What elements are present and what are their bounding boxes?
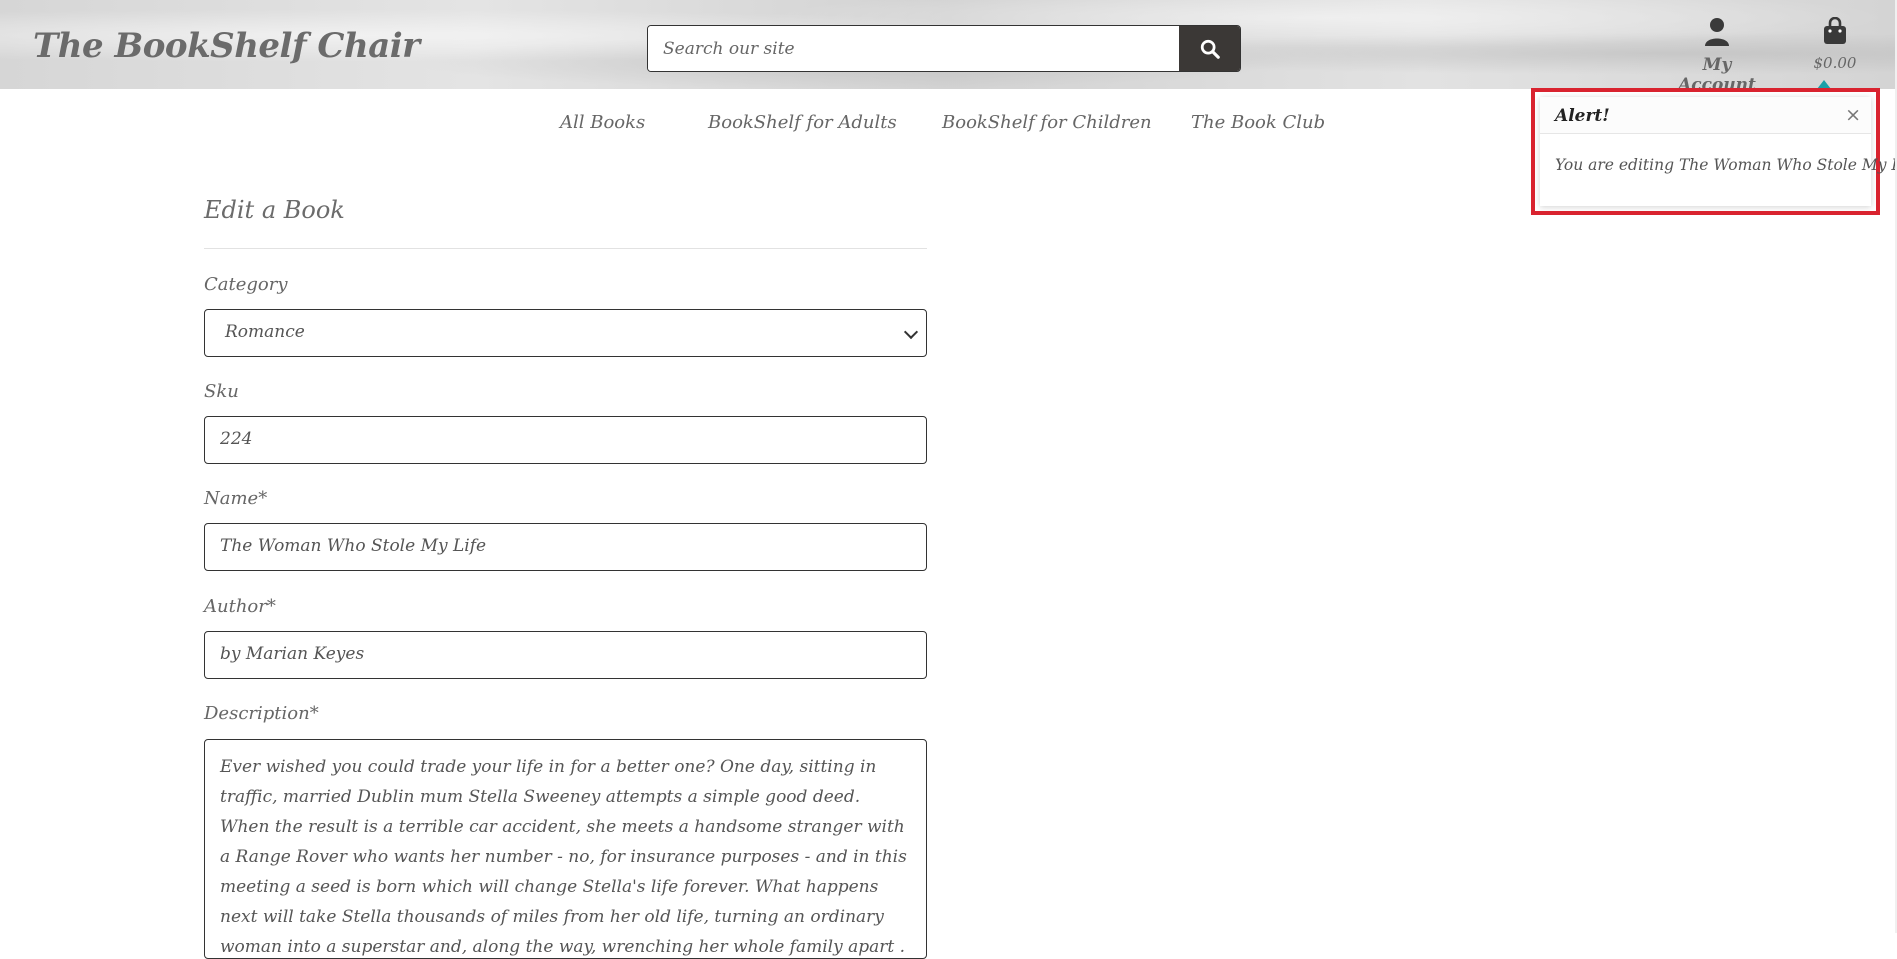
- close-icon[interactable]: ×: [1845, 104, 1861, 126]
- bag-total: $0.00: [1813, 54, 1857, 72]
- toast-message: You are editing The Woman Who Stole My L…: [1555, 156, 1897, 174]
- alert-toast: Alert! × You are editing The Woman Who S…: [1531, 88, 1897, 215]
- sku-label: Sku: [204, 381, 239, 402]
- toast-title: Alert!: [1555, 106, 1610, 126]
- category-label: Category: [204, 274, 288, 295]
- name-input[interactable]: The Woman Who Stole My Life: [204, 523, 927, 571]
- shopping-bag-link[interactable]: $0.00: [1810, 16, 1860, 72]
- toast-arrow: [1817, 80, 1831, 89]
- nav-book-club[interactable]: The Book Club: [1191, 112, 1325, 133]
- nav-bookshelf-children[interactable]: BookShelf for Children: [942, 112, 1152, 133]
- sku-input[interactable]: 224: [204, 416, 927, 464]
- nav-all-books[interactable]: All Books: [560, 112, 645, 133]
- name-label: Name*: [204, 488, 268, 509]
- author-input[interactable]: by Marian Keyes: [204, 631, 927, 679]
- search-input[interactable]: [648, 26, 1179, 71]
- form-title: Edit a Book: [204, 196, 345, 224]
- nav-bookshelf-adults[interactable]: BookShelf for Adults: [708, 112, 897, 133]
- author-label: Author*: [204, 596, 276, 617]
- shopping-bag-icon: [1824, 16, 1846, 44]
- search-form: [647, 25, 1241, 72]
- chevron-down-icon: [903, 324, 919, 340]
- toast-header: Alert! ×: [1540, 97, 1871, 134]
- description-textarea[interactable]: Ever wished you could trade your life in…: [204, 739, 927, 959]
- search-button[interactable]: [1179, 26, 1240, 71]
- search-icon: [1200, 39, 1220, 59]
- category-selected-value: Romance: [225, 322, 305, 342]
- description-label: Description*: [204, 703, 319, 724]
- form-divider: [204, 248, 927, 249]
- category-select[interactable]: Romance: [204, 309, 927, 357]
- site-logo[interactable]: The BookShelf Chair: [33, 26, 420, 66]
- site-header: The BookShelf Chair My Account $0.00: [0, 0, 1897, 95]
- my-account-link[interactable]: My Account: [1664, 17, 1770, 95]
- user-icon: [1705, 18, 1729, 46]
